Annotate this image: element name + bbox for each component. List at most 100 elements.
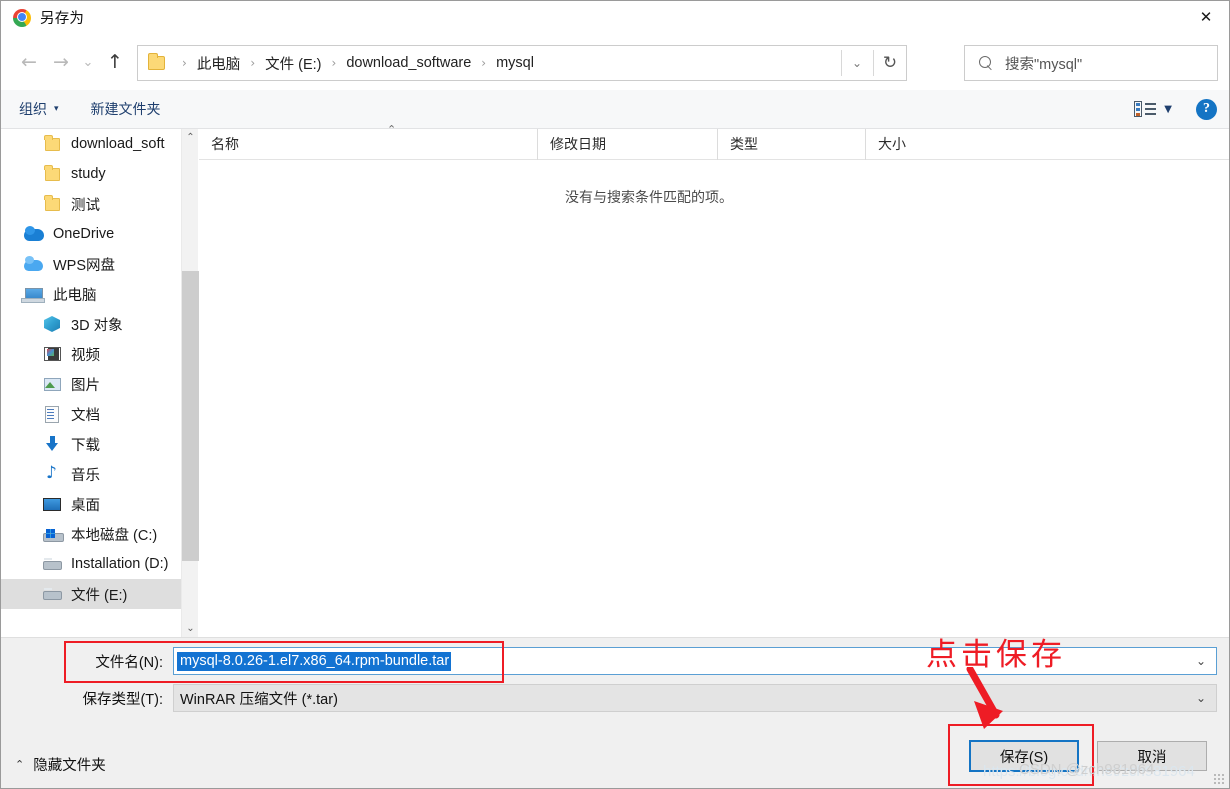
filetype-value: WinRAR 压缩文件 (*.tar) xyxy=(180,691,338,708)
pictures-icon xyxy=(44,378,61,391)
refresh-icon[interactable]: ↻ xyxy=(874,46,906,80)
3d-objects-icon xyxy=(44,316,60,332)
column-header-name[interactable]: 名称 ⌃ xyxy=(199,123,537,160)
column-header-date-modified[interactable]: 修改日期 xyxy=(537,128,717,160)
window-title: 另存为 xyxy=(40,11,85,27)
sidebar-item-label: 此电脑 xyxy=(53,287,97,304)
empty-list-message: 没有与搜索条件匹配的项。 xyxy=(565,189,733,205)
sidebar-item-local-disk-c[interactable]: 本地磁盘 (C:) xyxy=(1,519,181,549)
desktop-icon xyxy=(43,498,61,511)
chevron-down-icon[interactable]: ⌄ xyxy=(1196,685,1206,711)
file-list-pane[interactable]: 名称 ⌃ 修改日期 类型 大小 没有与搜索条件匹配的项。 xyxy=(199,123,1229,637)
hide-folders-label: 隐藏文件夹 xyxy=(33,758,106,774)
column-header-type[interactable]: 类型 xyxy=(717,128,865,160)
folder-icon xyxy=(45,168,60,181)
column-label: 类型 xyxy=(730,136,758,152)
drive-icon xyxy=(43,561,62,570)
new-folder-button[interactable]: 新建文件夹 xyxy=(91,99,161,119)
view-options-icon[interactable] xyxy=(1134,101,1157,117)
close-icon[interactable]: ✕ xyxy=(1183,1,1229,33)
view-options-chevron-icon[interactable]: ▼ xyxy=(1164,104,1172,115)
sidebar-item-this-pc[interactable]: 此电脑 xyxy=(1,279,181,309)
sidebar-item-onedrive[interactable]: OneDrive xyxy=(1,219,181,249)
breadcrumb-separator: › xyxy=(331,56,337,70)
column-header-row: 名称 ⌃ 修改日期 类型 大小 xyxy=(199,123,1229,160)
column-header-size[interactable]: 大小 xyxy=(865,128,967,160)
sidebar-item-installation-d[interactable]: Installation (D:) xyxy=(1,549,181,579)
sidebar-item-label: 文档 xyxy=(71,407,100,424)
sidebar-item-label: 文件 (E:) xyxy=(71,587,128,604)
sidebar-item-downloads[interactable]: 下载 xyxy=(1,429,181,459)
chevron-up-icon: ⌃ xyxy=(15,758,25,771)
sidebar-scrollbar[interactable]: ⌃ ⌄ xyxy=(181,129,199,637)
breadcrumb: › 此电脑 › 文件 (E:) › download_software › my… xyxy=(175,51,537,76)
sidebar-item-desktop[interactable]: 桌面 xyxy=(1,489,181,519)
sidebar-item-label: study xyxy=(71,166,106,182)
recent-locations-icon[interactable]: ⌄ xyxy=(77,46,99,78)
address-bar[interactable]: › 此电脑 › 文件 (E:) › download_software › my… xyxy=(137,45,907,81)
search-input[interactable]: 搜索"mysql" xyxy=(964,45,1218,81)
forward-icon[interactable]: → xyxy=(45,46,77,78)
filetype-label: 保存类型(T): xyxy=(82,691,163,708)
drive-c-icon xyxy=(43,529,64,542)
filetype-row: 保存类型(T): WinRAR 压缩文件 (*.tar) ⌄ xyxy=(1,684,1217,712)
sidebar-item-label: 桌面 xyxy=(71,497,100,514)
navigation-sidebar[interactable]: download_soft study 测试 OneDrive WPS网盘 此电… xyxy=(1,129,181,637)
chevron-down-icon[interactable]: ⌄ xyxy=(842,46,872,80)
organize-button[interactable]: 组织 ▾ xyxy=(19,99,59,119)
sidebar-item-files-e[interactable]: 文件 (E:) xyxy=(1,579,181,609)
sidebar-item-pictures[interactable]: 图片 xyxy=(1,369,181,399)
onedrive-icon xyxy=(24,229,44,241)
sidebar-item-ceshi[interactable]: 测试 xyxy=(1,189,181,219)
sidebar-item-wps-cloud[interactable]: WPS网盘 xyxy=(1,249,181,279)
chrome-logo-icon xyxy=(13,8,31,27)
sidebar-item-documents[interactable]: 文档 xyxy=(1,399,181,429)
back-icon[interactable]: ← xyxy=(13,46,45,78)
column-label: 大小 xyxy=(878,136,906,152)
breadcrumb-item-1[interactable]: 文件 (E:) xyxy=(262,51,324,76)
toolbar-right-group: ▼ ? xyxy=(1134,90,1217,128)
documents-icon xyxy=(45,406,59,423)
breadcrumb-item-2[interactable]: download_software xyxy=(343,53,474,73)
help-button[interactable]: ? xyxy=(1196,98,1217,120)
sidebar-item-download-soft[interactable]: download_soft xyxy=(1,129,181,159)
sidebar-item-videos[interactable]: 视频 xyxy=(1,339,181,369)
column-label: 修改日期 xyxy=(550,136,606,152)
downloads-icon xyxy=(46,436,58,452)
breadcrumb-separator: › xyxy=(182,56,187,70)
sidebar-item-3d-objects[interactable]: 3D 对象 xyxy=(1,309,181,339)
sidebar-item-music[interactable]: ♪ 音乐 xyxy=(1,459,181,489)
sidebar-item-label: 音乐 xyxy=(71,467,100,484)
new-folder-label: 新建文件夹 xyxy=(90,101,161,117)
scroll-up-icon[interactable]: ⌃ xyxy=(182,129,199,146)
scrollbar-thumb[interactable] xyxy=(182,271,199,561)
breadcrumb-item-0[interactable]: 此电脑 xyxy=(194,51,244,76)
command-toolbar: 组织 ▾ 新建文件夹 ▼ ? xyxy=(1,90,1229,129)
sidebar-item-label: 测试 xyxy=(71,197,100,214)
search-icon xyxy=(979,55,994,71)
videos-icon xyxy=(44,347,61,361)
filetype-select[interactable]: WinRAR 压缩文件 (*.tar) ⌄ xyxy=(173,684,1217,712)
chevron-down-icon[interactable]: ⌄ xyxy=(1196,648,1206,674)
chevron-down-icon: ▾ xyxy=(54,104,59,114)
hide-folders-toggle[interactable]: ⌃ 隐藏文件夹 xyxy=(15,754,106,775)
breadcrumb-separator: › xyxy=(481,56,487,70)
folder-icon xyxy=(148,53,165,70)
sidebar-item-label: 本地磁盘 (C:) xyxy=(71,527,158,544)
up-icon[interactable]: ↑ xyxy=(99,46,131,78)
sort-ascending-icon: ⌃ xyxy=(387,122,397,136)
sidebar-item-label: Installation (D:) xyxy=(71,556,169,572)
column-label: 名称 xyxy=(211,136,239,152)
filename-label: 文件名(N): xyxy=(95,654,163,671)
resize-grip[interactable] xyxy=(1213,773,1225,785)
watermark-text: CSDN @zch981964 xyxy=(1019,761,1155,778)
sidebar-item-label: 图片 xyxy=(71,377,100,394)
search-value: 搜索"mysql" xyxy=(1005,56,1083,73)
scroll-down-icon[interactable]: ⌄ xyxy=(182,620,199,637)
sidebar-item-label: 视频 xyxy=(71,347,100,364)
breadcrumb-item-3[interactable]: mysql xyxy=(493,53,537,73)
sidebar-item-label: OneDrive xyxy=(53,226,115,242)
breadcrumb-separator: › xyxy=(250,56,256,70)
sidebar-item-study[interactable]: study xyxy=(1,159,181,189)
folder-icon xyxy=(45,198,60,211)
